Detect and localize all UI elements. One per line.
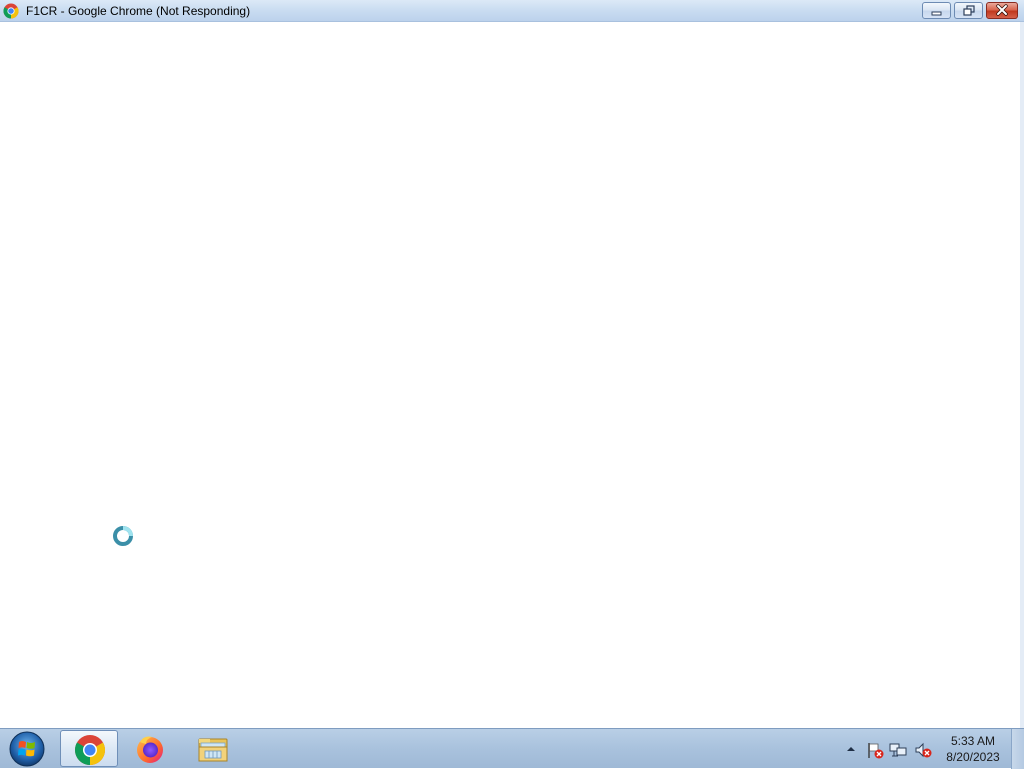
volume-muted-icon[interactable] [914,741,932,759]
taskbar: 5:33 AM 8/20/2023 [0,728,1024,769]
chrome-icon [3,3,19,19]
firefox-icon [137,736,163,763]
window-border [1020,22,1024,728]
close-button[interactable] [986,2,1018,19]
taskbar-chrome-button[interactable] [60,730,118,767]
taskbar-explorer-button[interactable] [184,730,242,767]
restore-icon [963,5,975,16]
folder-icon [198,738,228,762]
taskbar-clock[interactable]: 5:33 AM 8/20/2023 [938,733,1008,765]
window-titlebar[interactable]: F1CR - Google Chrome (Not Responding) [0,0,1024,22]
windows-start-icon [9,731,45,767]
system-tray: 5:33 AM 8/20/2023 [838,729,1008,769]
chrome-window: F1CR - Google Chrome (Not Responding) [0,0,1024,728]
chrome-icon [74,735,106,765]
network-icon[interactable] [889,741,907,759]
window-title: F1CR - Google Chrome (Not Responding) [26,4,251,18]
taskbar-firefox-button[interactable] [121,730,179,767]
busy-cursor-icon [113,526,133,546]
clock-time: 5:33 AM [950,734,996,748]
start-button[interactable] [6,730,48,768]
minimize-icon [931,11,942,16]
show-hidden-icons-arrow[interactable] [846,744,856,754]
page-content-area[interactable] [0,22,1024,728]
minimize-button[interactable] [922,2,951,19]
action-center-flag-icon[interactable] [866,741,884,759]
close-icon [996,4,1008,16]
show-desktop-button[interactable] [1011,729,1024,769]
clock-date: 8/20/2023 [946,750,1000,764]
restore-button[interactable] [954,2,983,19]
